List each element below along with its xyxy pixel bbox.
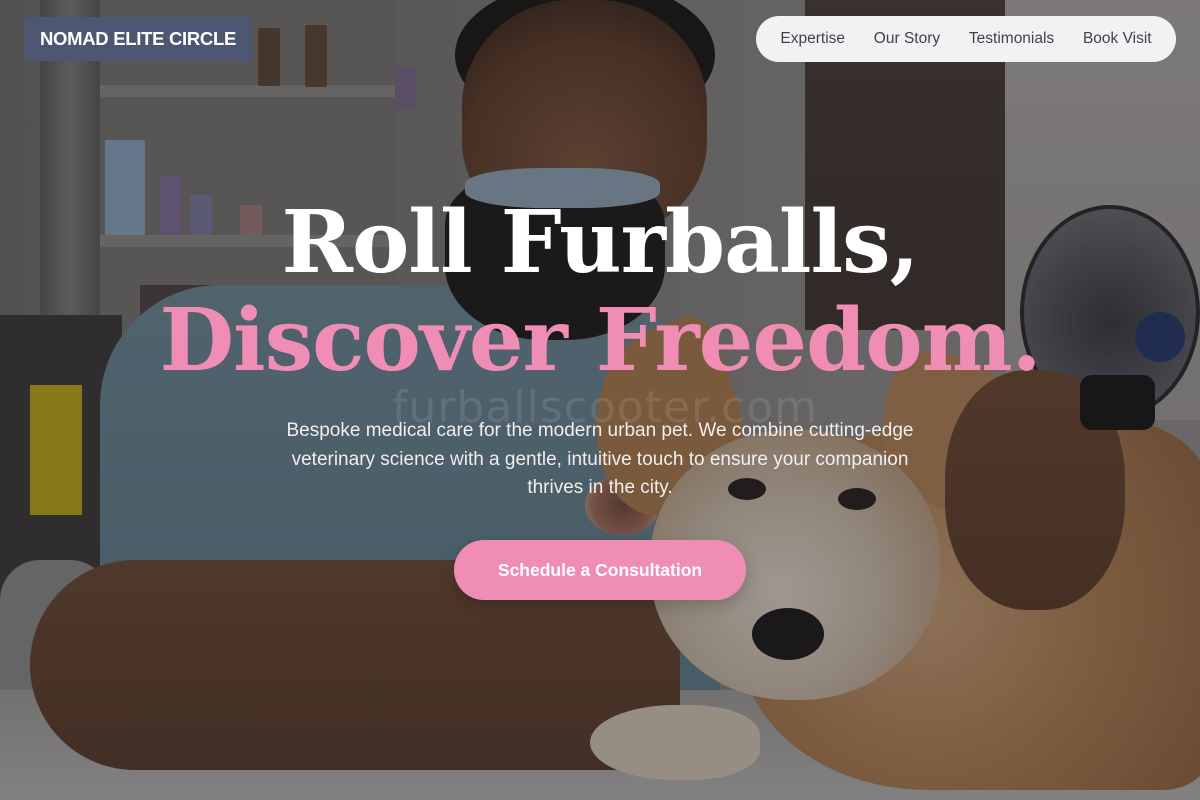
hero-section: furballscooter.com NOMAD ELITE CIRCLE Ex… <box>0 0 1200 800</box>
headline-line-2: Discover Freedom. <box>159 290 1041 391</box>
nav-link-book-visit[interactable]: Book Visit <box>1077 24 1158 54</box>
nav-link-expertise[interactable]: Expertise <box>774 24 851 54</box>
nav-link-testimonials[interactable]: Testimonials <box>963 24 1060 54</box>
schedule-consultation-button[interactable]: Schedule a Consultation <box>454 540 746 600</box>
brand-logo[interactable]: NOMAD ELITE CIRCLE <box>24 17 252 61</box>
main-nav: Expertise Our Story Testimonials Book Vi… <box>756 16 1176 62</box>
headline-line-1: Roll Furballs, <box>281 192 919 293</box>
hero-description: Bespoke medical care for the modern urba… <box>286 420 914 498</box>
nav-link-our-story[interactable]: Our Story <box>868 24 946 54</box>
hero-headline: Roll Furballs, Discover Freedom. <box>0 200 1200 384</box>
